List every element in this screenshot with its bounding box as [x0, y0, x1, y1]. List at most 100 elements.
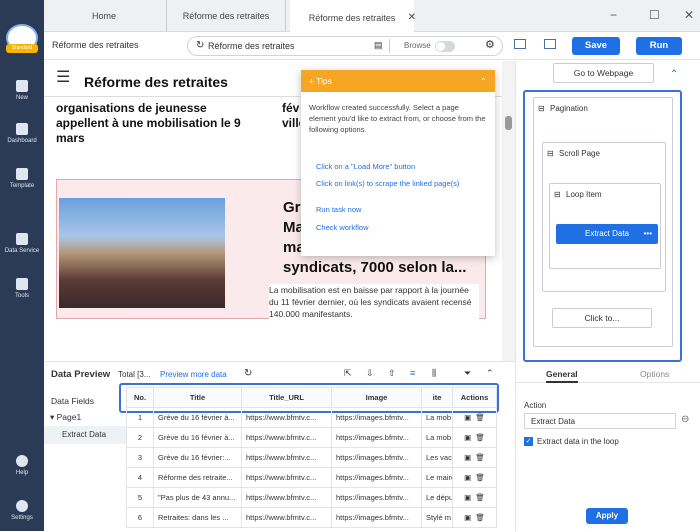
trash-icon[interactable]: 🗑 [475, 433, 485, 442]
collapse-icon[interactable]: ⌃ [480, 70, 487, 92]
scroll-page-node[interactable]: ⊟ Scroll Page ⊟ Loop Item Extract Data ••… [542, 142, 666, 292]
table-cell: Réforme des retraite... [153, 467, 242, 488]
close-icon[interactable]: ✕ [408, 2, 416, 34]
article-headline[interactable]: organisations de jeunesse appellent à un… [56, 101, 256, 146]
minimize-icon[interactable]: − [610, 8, 617, 22]
hamburger-menu-icon[interactable]: ☰ [56, 70, 70, 86]
collapse-up-icon[interactable]: ⌃ [670, 69, 678, 80]
edit-icon[interactable]: ▣ [464, 513, 471, 522]
edit-icon[interactable]: ▣ [464, 413, 471, 422]
trash-icon[interactable]: 🗑 [475, 453, 485, 462]
table-row[interactable]: 1 Grève du 16 février à... https://www.bfm… [126, 407, 497, 428]
filter-icon[interactable]: ⏷ [464, 368, 471, 379]
run-button[interactable]: Run [636, 37, 682, 55]
page-scrollbar[interactable] [502, 61, 515, 361]
action-label: Action [524, 401, 547, 410]
window-icon[interactable] [544, 39, 556, 49]
minus-icon[interactable]: ⊟ [538, 104, 545, 113]
divider [389, 39, 390, 53]
maximize-icon[interactable]: ☐ [649, 8, 660, 22]
table-row[interactable]: 3 Grève du 16 février:... https://www.bfmt… [126, 447, 497, 468]
extract-data-node[interactable]: Extract Data ••• [556, 224, 658, 244]
column-view-icon[interactable]: ⫼ [432, 368, 436, 379]
trash-icon[interactable]: 🗑 [475, 493, 485, 502]
edit-icon[interactable]: ▣ [464, 473, 471, 482]
more-icon[interactable]: ••• [644, 224, 652, 244]
table-header-row: No. Title Title_URL Image ite Actions [126, 387, 497, 408]
sidebar-item-data-service[interactable]: Data Service [0, 233, 44, 254]
tab-general[interactable]: General [546, 369, 578, 383]
trash-icon[interactable]: 🗑 [475, 513, 485, 522]
table-cell: https://images.bfmtv... [331, 407, 422, 428]
table-row[interactable]: 6 Retraites: dans les ... https://www.bfmt… [126, 507, 497, 528]
loop-item-node[interactable]: ⊟ Loop Item Extract Data ••• [549, 183, 661, 269]
table-cell: 2 [126, 427, 154, 448]
workflow-panel: Go to Webpage ⌃ ⊟ Pagination ⊟ Scroll Pa… [515, 61, 700, 531]
row-actions: ▣ 🗑 [452, 407, 497, 428]
url-field[interactable]: ↻ Réforme des retraites ▤ Browse [187, 36, 503, 56]
table-cell: https://www.bfmtv.c... [241, 427, 332, 448]
tip-run-task-link[interactable]: Run task now [316, 205, 361, 214]
action-field[interactable]: Extract Data [524, 413, 676, 429]
tab-active-page[interactable]: Réforme des retraites ✕ [290, 0, 416, 34]
table-row[interactable]: 5 "Pas plus de 43 annu... https://www.bfmt… [126, 487, 497, 508]
tree-extract-data[interactable]: Extract Data [44, 426, 126, 444]
checkbox-label: Extract data in the loop [537, 437, 619, 446]
goto-webpage-node[interactable]: Go to Webpage [553, 63, 654, 83]
layout-icon[interactable] [514, 39, 526, 49]
dashboard-icon [16, 123, 28, 135]
edit-icon[interactable]: ▣ [464, 453, 471, 462]
sidebar-item-tools[interactable]: Tools [0, 278, 44, 299]
document-icon[interactable]: ▤ [374, 40, 383, 51]
minus-icon[interactable]: ⊟ [554, 190, 561, 199]
table-row[interactable]: 4 Réforme des retraite... https://www.bfmt… [126, 467, 497, 488]
edit-icon[interactable]: ▣ [464, 493, 471, 502]
tree-page1[interactable]: ▾ Page1 [50, 412, 81, 423]
table-row[interactable]: 2 Grève du 16 février à... https://www.bfm… [126, 427, 497, 448]
table-cell: Retraites: dans les ... [153, 507, 242, 528]
article-headline-cut[interactable]: févr ville [282, 101, 300, 131]
table-cell: Grève du 16 février:... [153, 447, 242, 468]
preview-more-link[interactable]: Preview more data [160, 370, 227, 379]
plus-icon [16, 80, 28, 92]
tip-load-more-link[interactable]: Click on a "Load More" button [316, 162, 415, 171]
data-table: No. Title Title_URL Image ite Actions 1G… [126, 387, 497, 528]
refresh-icon[interactable]: ↻ [244, 368, 252, 379]
sidebar-item-template[interactable]: Template [0, 168, 44, 189]
window-close-icon[interactable]: ✕ [684, 8, 694, 22]
edit-icon[interactable]: ▣ [464, 433, 471, 442]
sidebar-item-dashboard[interactable]: Dashboard [0, 123, 44, 144]
sidebar-item-settings[interactable]: Settings [0, 500, 44, 521]
click-to-node[interactable]: Click to... [552, 308, 652, 328]
save-button[interactable]: Save [572, 37, 620, 55]
minus-icon[interactable]: ⊟ [547, 149, 554, 158]
gear-icon[interactable]: ⚙ [485, 38, 495, 51]
collapse-icon[interactable]: ⌃ [486, 368, 494, 379]
extract-in-loop-checkbox[interactable]: ✓ [524, 437, 533, 446]
table-cell: La mob [421, 427, 453, 448]
row-actions: ▣ 🗑 [452, 427, 497, 448]
article-snippet: La mobilisation est en baisse par rappor… [269, 284, 479, 320]
pagination-node[interactable]: ⊟ Pagination ⊟ Scroll Page ⊟ Loop Item E… [533, 97, 673, 347]
table-cell: 4 [126, 467, 154, 488]
export-icon[interactable]: ⇱ [344, 368, 352, 379]
download-icon[interactable]: ⇩ [366, 368, 374, 379]
browse-toggle[interactable] [435, 41, 455, 52]
tab-home[interactable]: Home [54, 0, 154, 32]
tab-page[interactable]: Réforme des retraites [166, 0, 286, 32]
row-actions: ▣ 🗑 [452, 507, 497, 528]
upload-icon[interactable]: ⇧ [388, 368, 396, 379]
apply-button[interactable]: Apply [586, 508, 628, 524]
tab-options[interactable]: Options [640, 369, 669, 379]
sidebar-item-help[interactable]: Help [0, 455, 44, 476]
reload-icon[interactable]: ↻ [196, 40, 204, 51]
sidebar-item-new[interactable]: New [0, 80, 44, 101]
trash-icon[interactable]: 🗑 [475, 413, 485, 422]
tips-panel: + Tips ⌃ Workflow created successfully. S… [301, 70, 495, 256]
trash-icon[interactable]: 🗑 [475, 473, 485, 482]
list-view-icon[interactable]: ≡ [410, 368, 415, 378]
minus-circle-icon[interactable]: ⊖ [681, 414, 689, 425]
tip-check-workflow-link[interactable]: Check workflow [316, 223, 369, 232]
table-cell: https://images.bfmtv... [331, 507, 422, 528]
tip-scrape-links-link[interactable]: Click on link(s) to scrape the linked pa… [316, 178, 466, 189]
